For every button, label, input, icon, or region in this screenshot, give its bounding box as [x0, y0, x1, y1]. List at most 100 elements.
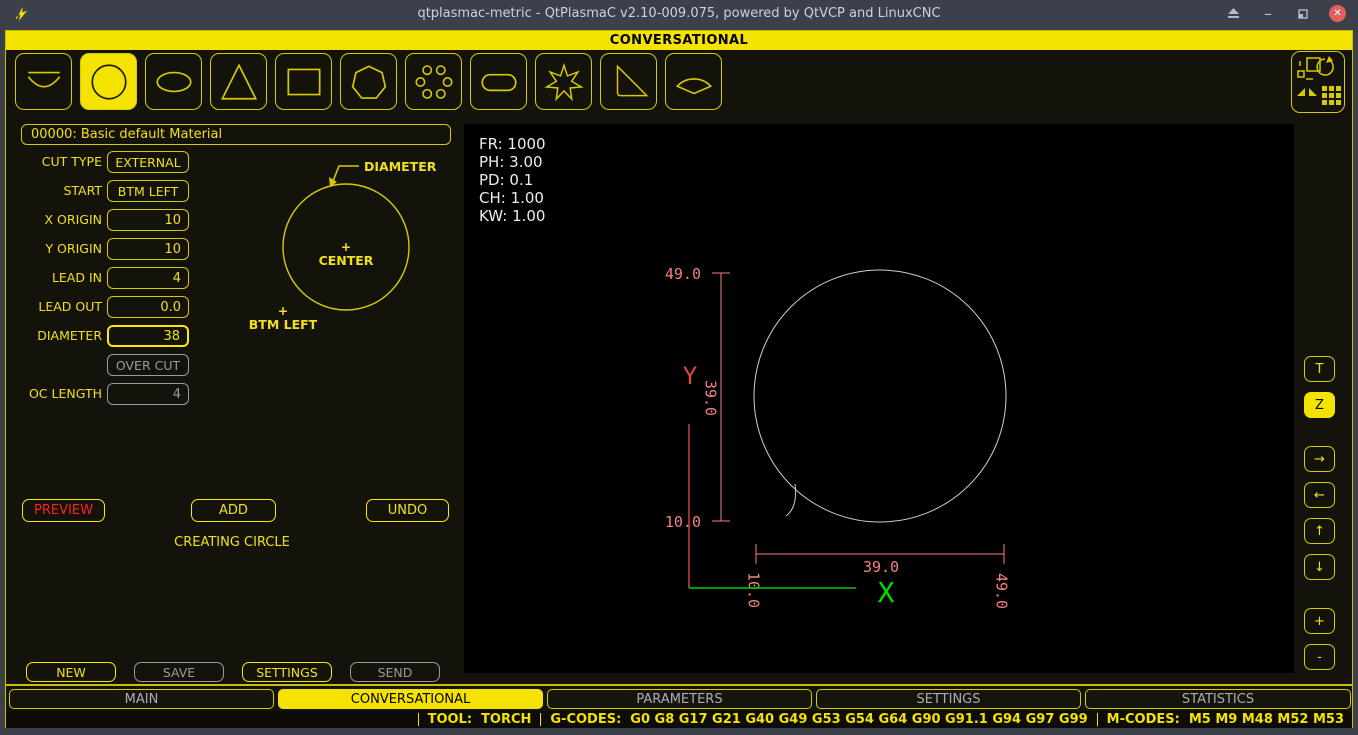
mcodes-label: M-CODES: — [1107, 712, 1180, 727]
shape-ellipse-button[interactable] — [145, 53, 202, 110]
bolt-circle-icon — [411, 59, 457, 105]
shape-bolt-circle-button[interactable] — [405, 53, 462, 110]
pan-right-button[interactable]: → — [1304, 446, 1335, 472]
statusbar-separator — [418, 713, 419, 726]
shape-star-button[interactable] — [535, 53, 592, 110]
y-axis-label: Y — [683, 362, 698, 390]
shape-circle-button[interactable] — [80, 53, 137, 110]
undo-button[interactable]: UNDO — [366, 499, 449, 522]
shape-rectangle-button[interactable] — [275, 53, 332, 110]
diameter-arrow — [333, 166, 359, 181]
ellipse-icon — [151, 59, 197, 105]
eject-icon — [1227, 8, 1240, 19]
maximize-button[interactable] — [1294, 5, 1312, 23]
tool-value: TORCH — [481, 712, 531, 727]
dim-h-right: 49.0 — [993, 573, 1011, 609]
dim-h-mid: 39.0 — [863, 558, 899, 576]
save-button[interactable]: SAVE — [134, 662, 224, 682]
start-label: START — [6, 180, 102, 202]
diagram-center-label: CENTER — [319, 253, 374, 268]
pan-left-button[interactable]: ← — [1304, 482, 1335, 508]
pan-down-button[interactable]: ↓ — [1304, 554, 1335, 580]
cut-type-button[interactable]: EXTERNAL — [107, 151, 189, 173]
btm-left-marker: + — [278, 303, 288, 318]
zoom-out-button[interactable]: - — [1304, 644, 1335, 670]
oc-length-label: OC LENGTH — [6, 383, 102, 405]
send-button[interactable]: SEND — [350, 662, 440, 682]
lead-out-input[interactable] — [107, 296, 189, 318]
gusset-icon — [606, 59, 652, 105]
diameter-input[interactable] — [107, 325, 189, 347]
gcode-preview-viewport: FR: 1000 PH: 3.00 PD: 0.1 CH: 1.00 KW: 1… — [464, 124, 1294, 673]
triangle-icon — [216, 59, 262, 105]
part-circle-path — [754, 270, 1006, 522]
preview-button[interactable]: PREVIEW — [22, 499, 105, 522]
view-top-button[interactable]: T — [1304, 356, 1335, 382]
shape-gusset-button[interactable] — [600, 53, 657, 110]
shade-button[interactable] — [1224, 5, 1242, 23]
statusbar: TOOL: TORCH G-CODES: G0 G8 G17 G21 G40 G… — [6, 711, 1352, 728]
app-window: qtplasmac-metric - QtPlasmaC v2.10-009.0… — [0, 0, 1358, 735]
x-origin-label: X ORIGIN — [6, 209, 102, 231]
view-z-button[interactable]: Z — [1304, 392, 1335, 418]
tab-conversational[interactable]: CONVERSATIONAL — [278, 689, 543, 709]
lead-in-input[interactable] — [107, 267, 189, 289]
shape-triangle-button[interactable] — [210, 53, 267, 110]
close-button[interactable]: ✕ — [1329, 5, 1346, 22]
line-arc-icon — [21, 59, 67, 105]
zoom-in-button[interactable]: + — [1304, 608, 1335, 634]
conversational-status-text: CREATING CIRCLE — [6, 535, 458, 550]
polygon-icon — [346, 59, 392, 105]
shape-slot-button[interactable] — [470, 53, 527, 110]
restore-icon — [1298, 9, 1308, 19]
x-axis-label: X — [878, 576, 895, 609]
new-button[interactable]: NEW — [26, 662, 116, 682]
mcodes-value: M5 M9 M48 M52 M53 — [1189, 712, 1344, 727]
material-select[interactable]: 00000: Basic default Material — [21, 124, 451, 145]
y-origin-input[interactable] — [107, 238, 189, 260]
x-origin-input[interactable] — [107, 209, 189, 231]
tab-parameters[interactable]: PARAMETERS — [547, 689, 812, 709]
shape-polygon-button[interactable] — [340, 53, 397, 110]
dim-v-mid: 39.0 — [702, 380, 720, 416]
settings-button[interactable]: SETTINGS — [242, 662, 332, 682]
sector-icon — [671, 59, 717, 105]
shape-sector-button[interactable] — [665, 53, 722, 110]
dim-v-top: 49.0 — [665, 265, 701, 283]
diagram-diameter-label: DIAMETER — [364, 159, 437, 174]
window-title: qtplasmac-metric - QtPlasmaC v2.10-009.0… — [0, 0, 1358, 27]
tab-settings[interactable]: SETTINGS — [816, 689, 1081, 709]
shape-line-arc-button[interactable] — [15, 53, 72, 110]
statusbar-separator — [1097, 713, 1098, 726]
center-marker: + — [341, 239, 351, 254]
y-origin-label: Y ORIGIN — [6, 238, 102, 260]
tab-statistics[interactable]: STATISTICS — [1085, 689, 1351, 709]
diagram-btm-left-label: BTM LEFT — [249, 317, 318, 332]
dim-h-left: 10.0 — [745, 572, 763, 608]
dim-v-bot: 10.0 — [665, 513, 701, 531]
statusbar-separator — [540, 713, 541, 726]
lead-out-label: LEAD OUT — [6, 296, 102, 318]
pan-up-button[interactable]: ↑ — [1304, 518, 1335, 544]
titlebar: qtplasmac-metric - QtPlasmaC v2.10-009.0… — [0, 0, 1358, 27]
tool-label: TOOL: — [428, 712, 472, 727]
over-cut-button[interactable]: OVER CUT — [107, 354, 189, 376]
rectangle-icon — [281, 59, 327, 105]
shape-transform-button[interactable] — [1291, 51, 1345, 113]
window-controls: – ✕ — [1224, 0, 1346, 27]
minimize-button[interactable]: – — [1259, 5, 1277, 23]
preview-drawing: 49.0 39.0 10.0 39.0 10.0 49.0 Y X — [464, 124, 1294, 673]
oc-length-input[interactable] — [107, 383, 189, 405]
tab-main[interactable]: MAIN — [9, 689, 274, 709]
mode-banner: CONVERSATIONAL — [6, 31, 1352, 50]
lead-in-label: LEAD IN — [6, 267, 102, 289]
diameter-label: DIAMETER — [6, 325, 102, 347]
add-button[interactable]: ADD — [191, 499, 276, 522]
start-button[interactable]: BTM LEFT — [107, 180, 189, 202]
gcodes-label: G-CODES: — [550, 712, 621, 727]
tabbar-separator — [6, 684, 1352, 686]
gcodes-value: G0 G8 G17 G21 G40 G49 G53 G54 G64 G90 G9… — [630, 712, 1087, 727]
transform-tools-icon — [1293, 52, 1343, 110]
cut-type-label: CUT TYPE — [6, 151, 102, 173]
statusbar-codes: TOOL: TORCH G-CODES: G0 G8 G17 G21 G40 G… — [418, 711, 1344, 728]
